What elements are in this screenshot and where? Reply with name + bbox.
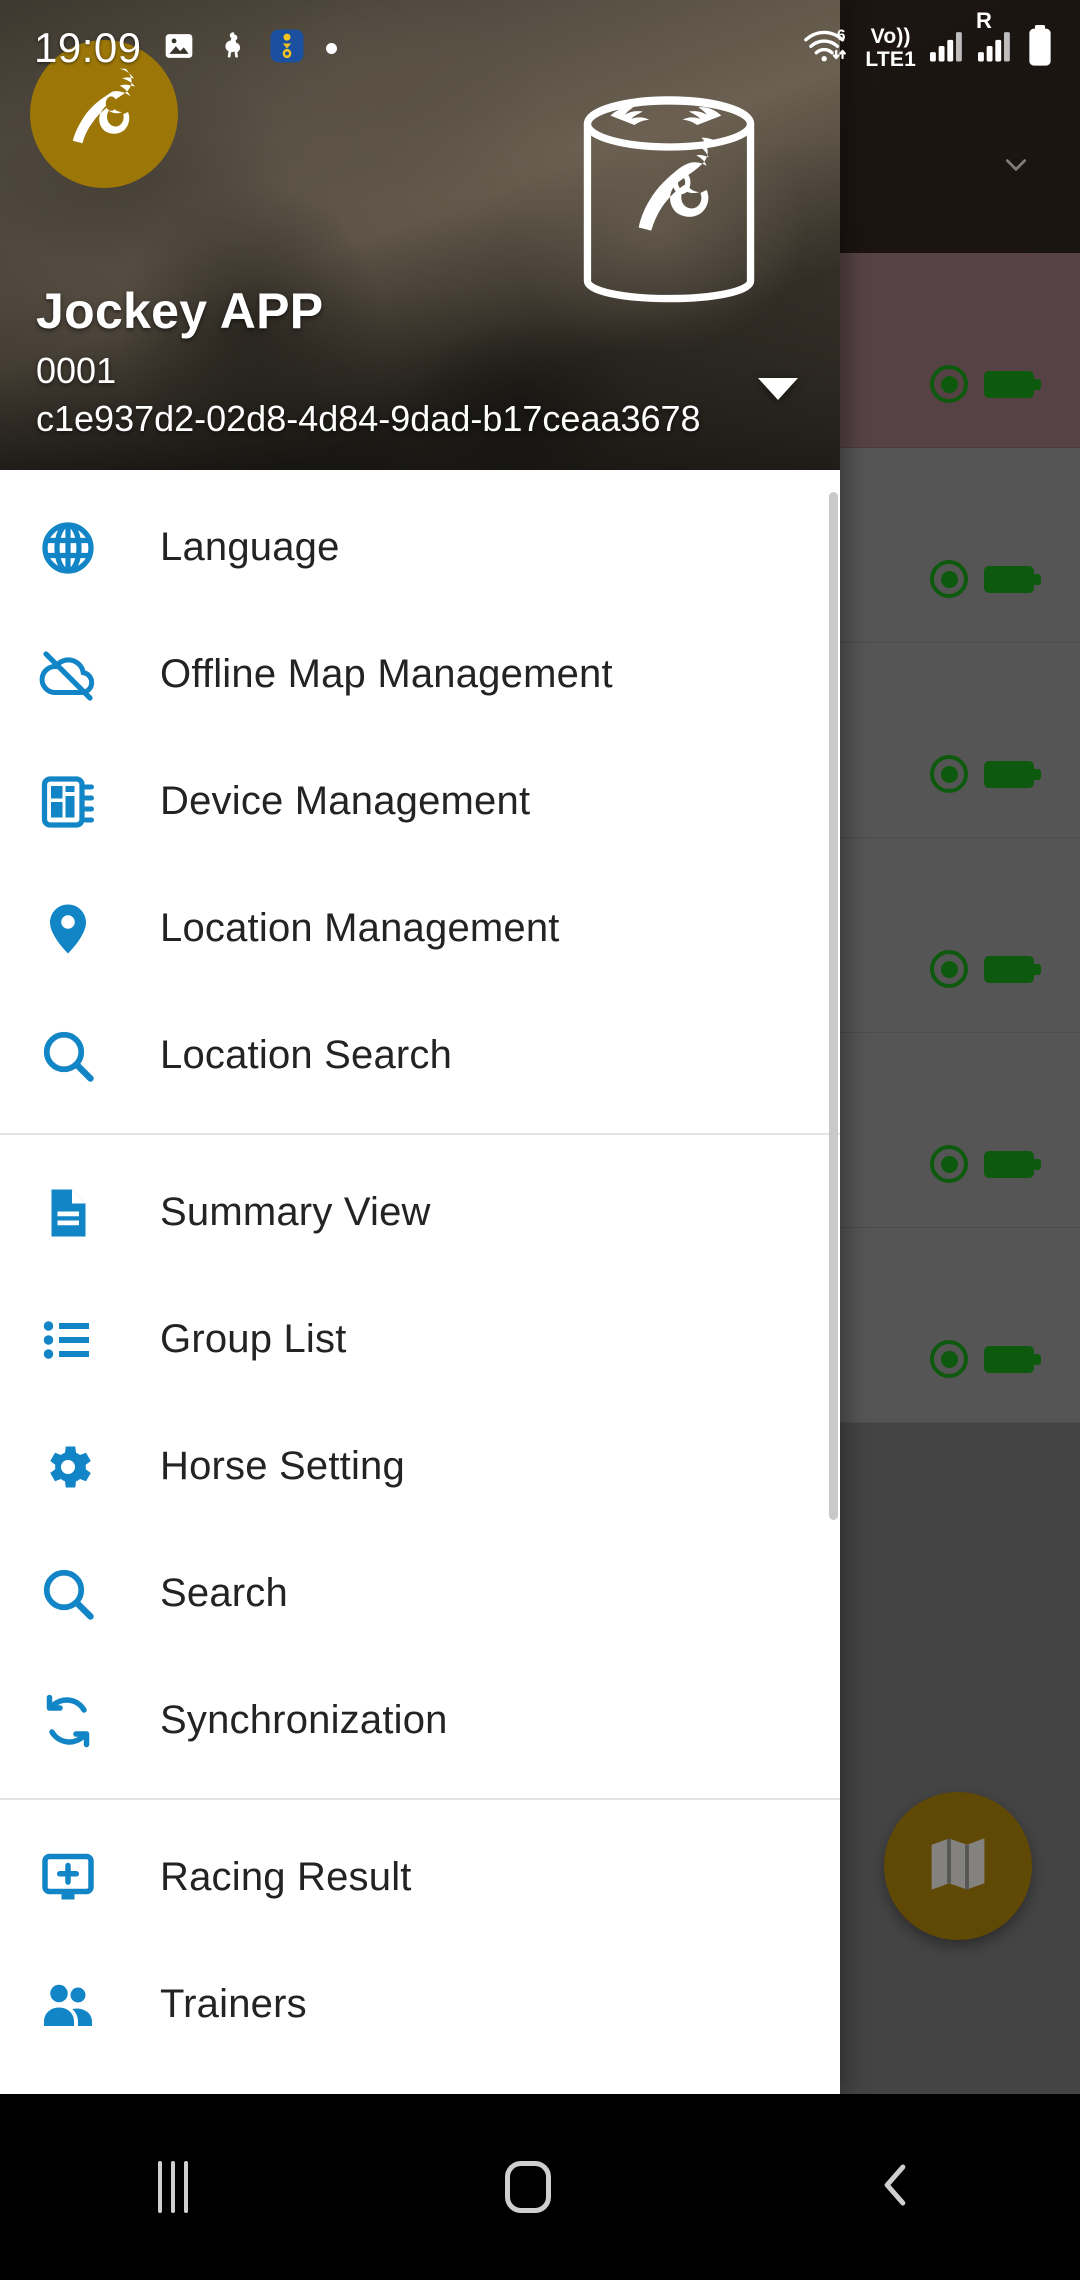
sidebar-item-label: Device Management [160,779,531,823]
search-icon [38,1026,112,1086]
sidebar-item-language[interactable]: Language [0,484,840,611]
search-icon [38,1564,112,1624]
bullet-list-icon [38,1310,112,1370]
sidebar-item-device-management[interactable]: Device Management [0,738,840,865]
gear-icon [38,1437,112,1497]
cloud-off-icon [38,645,112,705]
sidebar-item-lost-and-found[interactable]: Lost & Found H [0,2068,840,2094]
avatar[interactable] [30,40,178,188]
horse-head-avatar [44,52,164,177]
sidebar-item-summary-view[interactable]: Summary View [0,1149,840,1276]
sidebar-item-label: Location Management [160,906,560,950]
back-chevron-icon[interactable] [868,2158,922,2217]
add-to-screen-icon [38,1848,112,1908]
device-number: 0001 [36,350,117,391]
sidebar-item-label: Group List [160,1317,347,1361]
system-navigation-bar [0,2094,1080,2280]
device-board-icon [38,772,112,832]
drawer-scrollbar[interactable] [829,492,838,1520]
sidebar-item-label: Trainers [160,1982,307,2026]
drawer-menu: Language Offline Map Management Device M… [0,470,840,2094]
globe-icon [38,518,112,578]
drawer-header[interactable]: Jockey APP 0001 c1e937d2-02d8-4d84-9dad-… [0,0,840,470]
menu-group-data: Summary View Group List Horse Setting Se… [0,1135,840,1798]
phone-screen: м Өмнө м Баруун илүү м Баруун ) [0,0,1080,2280]
sidebar-item-offline-map-management[interactable]: Offline Map Management [0,611,840,738]
sync-icon [38,1691,112,1751]
sidebar-item-location-management[interactable]: Location Management [0,865,840,992]
sidebar-item-label: Language [160,525,340,569]
recents-icon[interactable] [158,2161,189,2213]
page-title: Jockey APP [36,283,324,339]
sidebar-item-horse-setting[interactable]: Horse Setting [0,1403,840,1530]
sidebar-item-label: Racing Result [160,1855,412,1899]
navigation-drawer: Jockey APP 0001 c1e937d2-02d8-4d84-9dad-… [0,0,840,2094]
menu-group-settings: Language Offline Map Management Device M… [0,470,840,1133]
sidebar-item-group-list[interactable]: Group List [0,1276,840,1403]
document-icon [38,1183,112,1243]
map-pin-icon [38,899,112,959]
sidebar-item-synchronization[interactable]: Synchronization [0,1657,840,1784]
sidebar-item-label: Location Search [160,1033,453,1077]
sidebar-item-racing-result[interactable]: Racing Result [0,1814,840,1941]
sidebar-item-label: Summary View [160,1190,431,1234]
horse-head-emblem [564,78,774,308]
home-icon[interactable] [504,2161,551,2213]
people-icon [38,1975,112,2035]
sidebar-item-label: Horse Setting [160,1444,405,1488]
sidebar-item-label: Offline Map Management [160,652,613,696]
triangle-down-icon[interactable] [758,378,798,400]
sidebar-item-location-search[interactable]: Location Search [0,992,840,1119]
sidebar-item-label: Search [160,1571,288,1615]
sidebar-item-trainers[interactable]: Trainers [0,1941,840,2068]
device-uuid: c1e937d2-02d8-4d84-9dad-b17ceaa3678 [36,398,701,439]
menu-group-racing: Racing Result Trainers [0,1800,840,2094]
sidebar-item-label: Synchronization [160,1698,448,1742]
sidebar-item-search[interactable]: Search [0,1530,840,1657]
